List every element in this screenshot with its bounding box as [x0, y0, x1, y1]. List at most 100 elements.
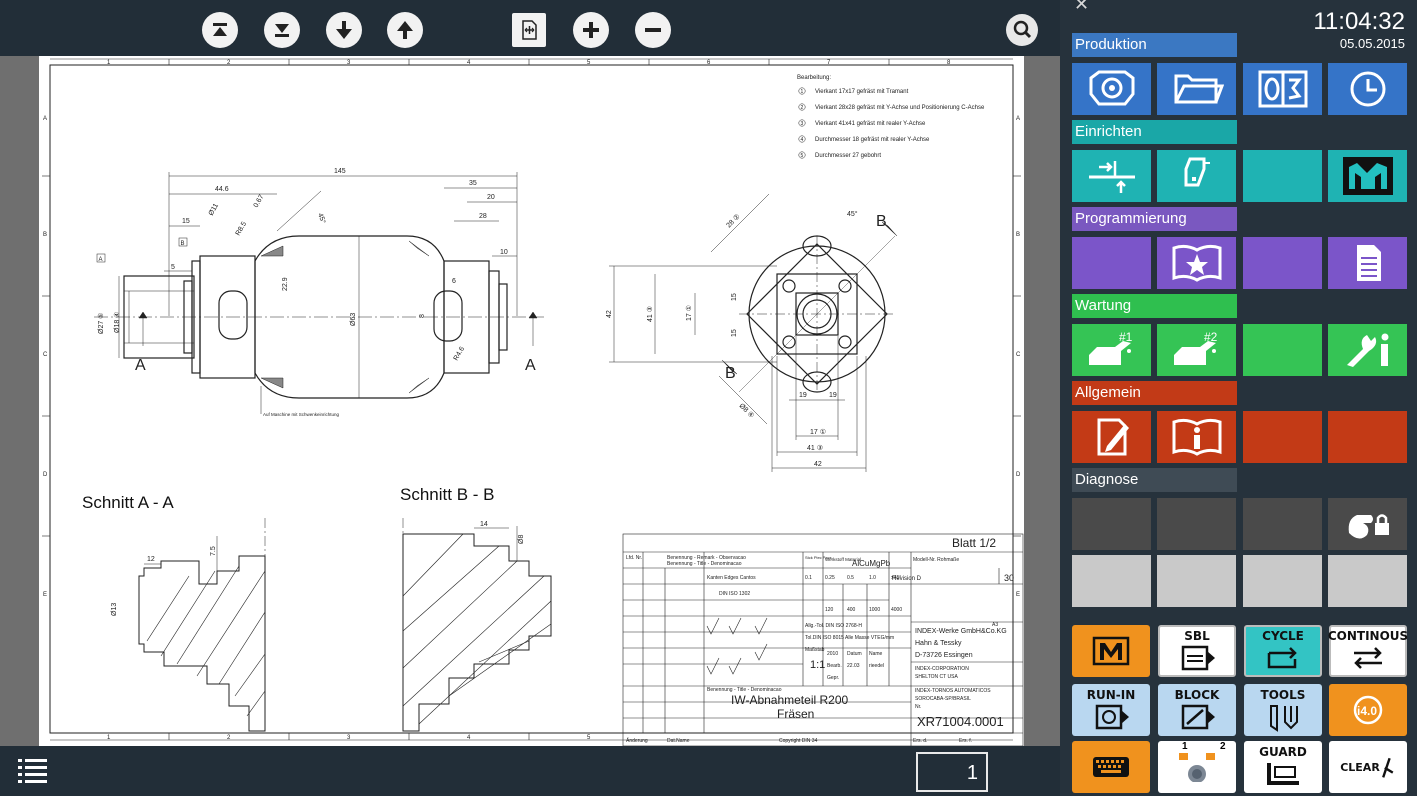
sbl-button[interactable]: SBL: [1158, 625, 1236, 677]
tile-empty-diagnose-2[interactable]: [1157, 498, 1236, 550]
tile-program-folder[interactable]: [1157, 63, 1236, 115]
knob-icon: [1179, 753, 1215, 782]
tool-holder-icon: [1184, 157, 1210, 187]
category-wartung[interactable]: Wartung: [1072, 294, 1237, 318]
knob-label-2: 2: [1220, 741, 1226, 752]
control-panel: ✕ 11:04:32 05.05.2015 Produktion Einrich…: [1060, 0, 1417, 796]
tile-tool-setup[interactable]: [1072, 150, 1151, 202]
i40-label: i4.0: [1357, 704, 1377, 718]
date-name-label: Dat.Name: [667, 738, 690, 744]
tile-empty-extra-1[interactable]: [1072, 555, 1151, 607]
oil-can-2-icon: #2: [1173, 330, 1217, 365]
category-produktion[interactable]: Produktion: [1072, 33, 1237, 57]
i40-button[interactable]: i4.0: [1329, 684, 1407, 736]
tile-service-info[interactable]: [1328, 324, 1407, 376]
tile-counter[interactable]: [1243, 63, 1322, 115]
tile-m-logo[interactable]: [1328, 150, 1407, 202]
tile-document[interactable]: [1328, 237, 1407, 289]
tile-empty-wartung[interactable]: [1243, 324, 1322, 376]
section-a-view: [138, 518, 266, 732]
cycle-button[interactable]: CYCLE: [1244, 625, 1322, 677]
page-number-field[interactable]: 1: [916, 752, 988, 792]
keyboard-button[interactable]: [1072, 741, 1150, 793]
tile-time[interactable]: [1328, 63, 1407, 115]
category-programmierung[interactable]: Programmierung: [1072, 207, 1237, 231]
dim-17-horizontal: 17 ①: [810, 428, 826, 436]
search-button[interactable]: [1006, 14, 1038, 46]
tile-notes[interactable]: [1072, 411, 1151, 463]
drawn-date: 22.03: [847, 663, 860, 669]
col-lfd: Lfd. Nr.: [626, 555, 642, 561]
edit-document-icon: [1097, 418, 1129, 456]
document-icon: [1356, 245, 1381, 281]
all-dimensions: Alle Masse VTEG/mm: [845, 635, 894, 641]
dim-dia-18: Ø18 ④: [113, 312, 121, 333]
guard-button[interactable]: GUARD: [1244, 741, 1322, 793]
tile-empty-extra-4[interactable]: [1328, 555, 1407, 607]
section-b-title: Schnitt B - B: [400, 485, 494, 504]
dim-42-horizontal: 42: [814, 461, 822, 468]
tile-empty-allgemein-2[interactable]: [1328, 411, 1407, 463]
m-function-button[interactable]: [1072, 625, 1150, 677]
override-knob-button[interactable]: 1 2: [1158, 741, 1236, 793]
section-marker-b-bottom: B: [725, 365, 736, 382]
tile-lubrication-1[interactable]: #1: [1072, 324, 1151, 376]
general-tolerance: Allg.-Tol. DIN ISO 2768-H: [805, 623, 862, 629]
tile-empty-extra-2[interactable]: [1157, 555, 1236, 607]
oil-can-1-icon: #1: [1088, 330, 1132, 365]
tile-manual[interactable]: [1157, 411, 1236, 463]
zoom-out-button[interactable]: [635, 12, 671, 48]
note-number: 5: [801, 153, 804, 159]
section-a-dims: 12 7.5 Ø13: [111, 536, 218, 616]
sheet-number: Blatt 1/2: [952, 536, 996, 550]
tile-empty-einrichten[interactable]: [1243, 150, 1322, 202]
tile-access-lock[interactable]: [1328, 498, 1407, 550]
gear-workpiece-icon: [1089, 70, 1134, 106]
tile-empty-extra-3[interactable]: [1243, 555, 1322, 607]
note-number: 3: [801, 121, 804, 127]
tile-empty-prog-1[interactable]: [1072, 237, 1151, 289]
guard-label: GUARD: [1259, 744, 1307, 759]
category-einrichten[interactable]: Einrichten: [1072, 120, 1237, 144]
menu-button[interactable]: [16, 754, 50, 788]
tile-empty-diagnose-3[interactable]: [1243, 498, 1322, 550]
zoom-in-button[interactable]: [573, 12, 609, 48]
tile-favorites[interactable]: [1157, 237, 1236, 289]
zoom-out-icon: [645, 28, 661, 32]
dim-45-deg-side: 45°: [847, 210, 858, 218]
drawing-viewer[interactable]: 1 2 3 4 5 6 7 8 1 2 3 4 5 A B C D E A B …: [0, 56, 1060, 746]
col-name: Name: [869, 651, 883, 657]
previous-page-icon: [397, 21, 413, 39]
note-number: 1: [801, 89, 804, 95]
close-icon[interactable]: ✕: [1074, 0, 1089, 15]
tile-tool-holder[interactable]: [1157, 150, 1236, 202]
tile-lubrication-2[interactable]: #2: [1157, 324, 1236, 376]
din-label: DIN ISO 1302: [719, 591, 750, 597]
tile-empty-diagnose-1[interactable]: [1072, 498, 1151, 550]
note-text: Vierkant 17x17 gefräst mit Tramant: [815, 89, 909, 95]
next-page-button[interactable]: [326, 12, 362, 48]
tile-empty-prog-2[interactable]: [1243, 237, 1322, 289]
drawing-number: XR71004.0001: [917, 714, 1004, 729]
first-page-button[interactable]: [202, 12, 238, 48]
previous-page-button[interactable]: [387, 12, 423, 48]
continous-button[interactable]: CONTINOUS: [1328, 625, 1408, 677]
last-page-icon: [275, 24, 289, 37]
dim-19-left: 19: [799, 392, 807, 399]
guard-icon: [1267, 762, 1299, 785]
app-window: 1 2 3 4 5 6 7 8 1 2 3 4 5 A B C D E A B …: [0, 0, 1417, 796]
dim-dia-27: Ø27 ⑤: [97, 313, 105, 334]
tolerance-range: 120: [825, 607, 834, 613]
category-diagnose[interactable]: Diagnose: [1072, 468, 1237, 492]
tile-workpiece[interactable]: [1072, 63, 1151, 115]
category-allgemein[interactable]: Allgemein: [1072, 381, 1237, 405]
block-button[interactable]: BLOCK: [1158, 684, 1236, 736]
run-in-button[interactable]: RUN-IN: [1072, 684, 1150, 736]
tolerance-value: 0.25: [825, 575, 835, 581]
last-page-button[interactable]: [264, 12, 300, 48]
tile-empty-allgemein-1[interactable]: [1243, 411, 1322, 463]
fit-page-button[interactable]: [512, 13, 546, 47]
tools-button[interactable]: TOOLS: [1244, 684, 1322, 736]
clear-button[interactable]: CLEAR: [1329, 741, 1407, 793]
cycle-icon: [1267, 646, 1297, 668]
